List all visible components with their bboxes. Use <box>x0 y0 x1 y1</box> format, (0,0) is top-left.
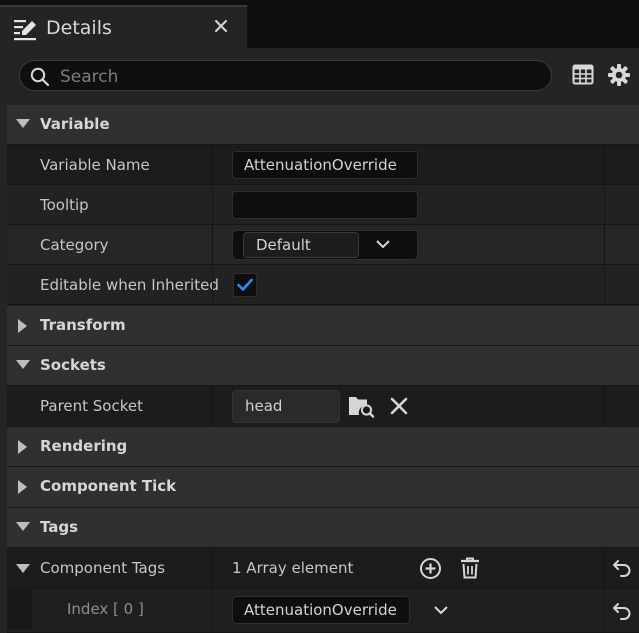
category-variable[interactable]: Variable <box>7 105 639 145</box>
expand-arrow-icon <box>18 480 27 494</box>
property-row-index-0: Index [ 0 ] AttenuationOverride <box>7 589 639 633</box>
column-divider <box>604 548 605 588</box>
category-component-tick[interactable]: Component Tick <box>7 467 639 508</box>
editable-when-inherited-checkbox[interactable] <box>233 273 257 297</box>
property-row-parent-socket: Parent Socket head <box>7 386 639 427</box>
category-tags[interactable]: Tags <box>7 508 639 548</box>
column-divider <box>604 145 605 185</box>
category-label: Transform <box>40 316 126 334</box>
variable-name-field[interactable]: AttenuationOverride <box>232 151 418 179</box>
collapse-arrow-icon <box>16 522 30 531</box>
category-sockets[interactable]: Sockets <box>7 346 639 386</box>
property-label: Category <box>40 236 109 254</box>
property-row-editable-when-inherited: Editable when Inherited <box>7 265 639 305</box>
array-summary: 1 Array element <box>232 559 354 577</box>
property-label: Tooltip <box>40 196 89 214</box>
table-view-icon[interactable] <box>572 64 594 85</box>
reset-to-default-icon[interactable] <box>612 559 632 577</box>
search-input[interactable] <box>58 63 542 90</box>
column-divider <box>212 386 213 426</box>
column-divider <box>212 225 213 265</box>
column-divider <box>212 265 213 305</box>
collapse-arrow-icon <box>16 360 30 369</box>
property-row-category: Category Default <box>7 225 639 265</box>
column-divider <box>604 589 605 633</box>
expand-arrow-icon <box>18 319 27 333</box>
column-divider <box>604 265 605 305</box>
tab-title: Details <box>46 17 112 39</box>
category-label: Rendering <box>40 437 128 455</box>
details-panel: Variable Variable Name AttenuationOverri… <box>0 48 639 633</box>
gear-icon[interactable] <box>607 63 631 87</box>
category-label: Variable <box>40 115 110 133</box>
column-divider <box>604 225 605 265</box>
parent-socket-field[interactable]: head <box>232 390 340 423</box>
property-label: Component Tags <box>40 559 166 577</box>
category-label: Sockets <box>40 356 106 374</box>
category-combobox[interactable]: Default <box>232 230 418 260</box>
tab-bar-empty <box>247 5 639 48</box>
tag-value-field[interactable]: AttenuationOverride <box>232 596 410 624</box>
array-index-label: Index [ 0 ] <box>67 600 144 618</box>
checkmark-icon <box>237 278 253 291</box>
edit-details-icon <box>14 20 36 41</box>
tooltip-field[interactable] <box>232 191 418 219</box>
chevron-down-icon[interactable] <box>376 240 390 249</box>
category-label: Component Tick <box>40 477 177 495</box>
add-element-icon[interactable] <box>419 557 442 580</box>
category-rendering[interactable]: Rendering <box>7 427 639 467</box>
expand-arrow-icon <box>18 440 27 454</box>
collapse-arrow-icon <box>16 119 30 128</box>
browse-socket-icon[interactable] <box>347 394 375 418</box>
column-divider <box>604 185 605 225</box>
search-icon <box>30 67 50 87</box>
column-divider <box>212 589 213 633</box>
reset-to-default-icon[interactable] <box>612 602 632 620</box>
column-divider <box>212 185 213 225</box>
property-label: Variable Name <box>40 156 150 174</box>
search-box[interactable] <box>19 60 552 91</box>
property-row-component-tags[interactable]: Component Tags 1 Array element <box>7 548 639 589</box>
clear-icon[interactable] <box>390 397 408 415</box>
column-divider <box>212 145 213 185</box>
column-divider <box>604 386 605 426</box>
column-divider <box>212 548 213 588</box>
collapse-arrow-icon[interactable] <box>16 564 30 573</box>
property-label: Editable when Inherited <box>40 276 219 294</box>
chevron-down-icon[interactable] <box>434 606 448 615</box>
property-row-tooltip: Tooltip <box>7 185 639 225</box>
category-value[interactable]: Default <box>243 232 359 258</box>
category-transform[interactable]: Transform <box>7 306 639 346</box>
property-label: Parent Socket <box>40 397 143 415</box>
close-tab-icon[interactable] <box>211 16 231 36</box>
details-tab[interactable]: Details <box>0 5 247 48</box>
trash-icon[interactable] <box>459 556 481 580</box>
property-row-variable-name: Variable Name AttenuationOverride <box>7 145 639 185</box>
child-indent <box>7 589 32 629</box>
category-label: Tags <box>40 518 79 536</box>
